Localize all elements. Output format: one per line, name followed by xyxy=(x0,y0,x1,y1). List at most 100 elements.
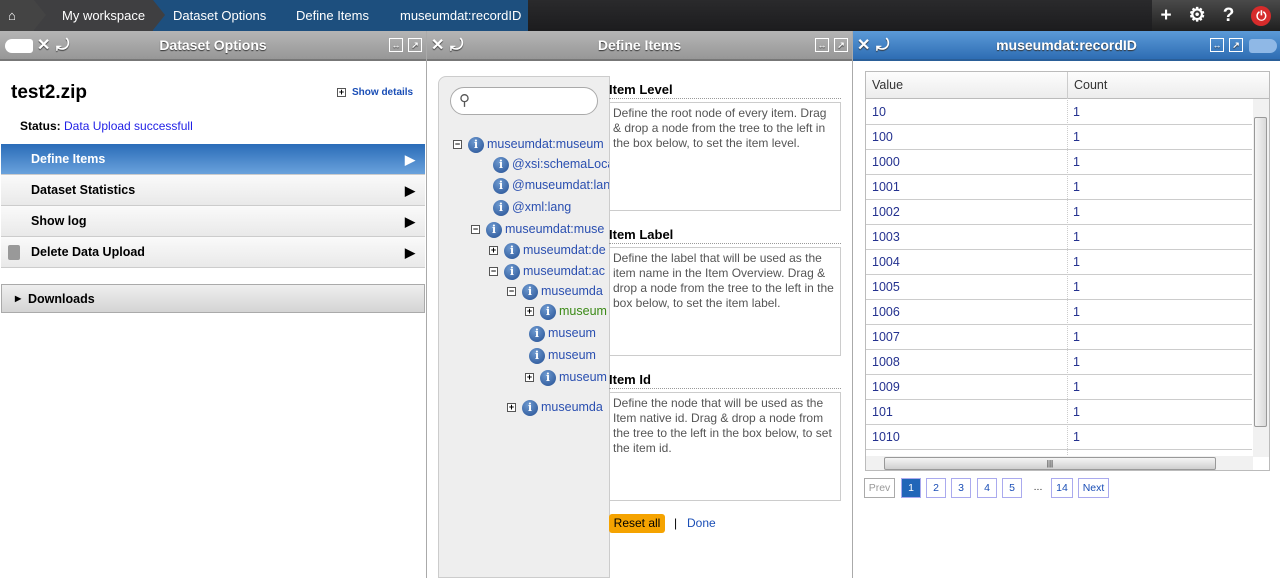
expand-icon[interactable]: ↔ xyxy=(1210,38,1224,52)
item-id-dropzone[interactable]: Define the node that will be used as the… xyxy=(609,392,841,501)
expand-icon[interactable]: + xyxy=(507,403,516,413)
refresh-icon[interactable]: ⤾ xyxy=(876,31,889,60)
cell-count: 1 xyxy=(1073,130,1080,144)
power-icon[interactable]: ⏻ xyxy=(1251,5,1272,26)
tree-node[interactable]: + i museum xyxy=(525,302,607,320)
tree-search-input[interactable]: ⚲ xyxy=(450,87,598,115)
reset-all-button[interactable]: Reset all xyxy=(609,514,665,533)
popout-icon[interactable]: ↗ xyxy=(408,38,422,52)
table-row[interactable]: 1005 1 xyxy=(866,275,1252,300)
menu-define-items[interactable]: Define Items ▶ xyxy=(1,144,425,175)
cell-value: 10 xyxy=(872,105,886,119)
close-icon[interactable]: ✕ xyxy=(431,31,444,60)
expand-icon[interactable]: + xyxy=(489,246,498,256)
page-14[interactable]: 14 xyxy=(1051,478,1073,498)
tree-node-label: museumda xyxy=(541,400,603,414)
tree-node[interactable]: − i museumda xyxy=(507,282,603,300)
tag-icon[interactable] xyxy=(5,39,33,53)
breadcrumb-recordid[interactable]: museumdat:recordID xyxy=(382,0,528,31)
table-row[interactable]: 1000 1 xyxy=(866,150,1252,175)
plus-icon[interactable]: + xyxy=(1161,5,1172,27)
tree-node[interactable]: − i museumdat:muse xyxy=(471,220,604,238)
item-label-dropzone[interactable]: Define the label that will be used as th… xyxy=(609,247,841,356)
refresh-icon[interactable]: ⤾ xyxy=(56,31,69,60)
done-link[interactable]: Done xyxy=(687,516,716,530)
tree-node[interactable]: i @xsi:schemaLoca xyxy=(493,155,609,173)
table-row[interactable]: 101 1 xyxy=(866,400,1252,425)
page-1[interactable]: 1 xyxy=(901,478,921,498)
menu-dataset-statistics[interactable]: Dataset Statistics ▶ xyxy=(1,175,425,206)
page-3[interactable]: 3 xyxy=(951,478,971,498)
info-icon: i xyxy=(493,199,509,216)
home-button[interactable]: ⌂ xyxy=(0,0,46,31)
tree-node[interactable]: i museum xyxy=(529,324,596,342)
page-2[interactable]: 2 xyxy=(926,478,946,498)
menu-delete-data-upload[interactable]: Delete Data Upload ▶ xyxy=(1,237,425,268)
tree-node[interactable]: i museum xyxy=(529,346,596,364)
tree-node[interactable]: i @xml:lang xyxy=(493,198,571,216)
expand-icon[interactable]: ↔ xyxy=(815,38,829,52)
table-row[interactable]: 1008 1 xyxy=(866,350,1252,375)
plus-box-icon: + xyxy=(337,86,346,97)
panel-title: Define Items xyxy=(597,37,682,53)
section-title: Item Id xyxy=(609,372,841,389)
item-id-section: Item Id Define the node that will be used… xyxy=(609,372,841,501)
table-row[interactable]: 1010 1 xyxy=(866,425,1252,450)
help-icon[interactable]: ? xyxy=(1223,5,1235,27)
close-icon[interactable]: ✕ xyxy=(857,31,870,60)
table-row[interactable]: 1007 1 xyxy=(866,325,1252,350)
table-row[interactable]: 100 1 xyxy=(866,125,1252,150)
table-row[interactable]: 1002 1 xyxy=(866,200,1252,225)
item-level-dropzone[interactable]: Define the root node of every item. Drag… xyxy=(609,102,841,211)
collapse-icon[interactable]: − xyxy=(453,140,462,150)
horizontal-scrollbar[interactable]: ||| xyxy=(866,456,1253,470)
table-row[interactable]: 1009 1 xyxy=(866,375,1252,400)
table-row[interactable]: 10 1 xyxy=(866,100,1252,125)
page-4[interactable]: 4 xyxy=(977,478,997,498)
breadcrumb-define-items[interactable]: Define Items xyxy=(277,0,394,31)
expand-icon[interactable]: ↔ xyxy=(389,38,403,52)
collapse-icon[interactable]: − xyxy=(507,287,516,297)
scroll-thumb[interactable]: ||| xyxy=(884,457,1216,470)
popout-icon[interactable]: ↗ xyxy=(834,38,848,52)
info-icon: i xyxy=(529,325,545,342)
next-button[interactable]: Next xyxy=(1078,478,1109,498)
close-icon[interactable]: ✕ xyxy=(37,31,50,60)
breadcrumb-dataset-options[interactable]: Dataset Options xyxy=(153,0,289,31)
vertical-scrollbar[interactable] xyxy=(1253,99,1269,457)
show-details-link[interactable]: + Show details xyxy=(337,87,413,98)
table-row[interactable]: 1006 1 xyxy=(866,300,1252,325)
cell-value: 1007 xyxy=(872,330,900,344)
tree-node[interactable]: + i museumda xyxy=(507,398,603,416)
tree-node[interactable]: + i museumdat:de xyxy=(489,241,606,259)
page-5[interactable]: 5 xyxy=(1002,478,1022,498)
collapse-icon[interactable]: − xyxy=(489,267,498,277)
tag-icon[interactable] xyxy=(1249,39,1277,53)
popout-icon[interactable]: ↗ xyxy=(1229,38,1243,52)
prev-button[interactable]: Prev xyxy=(864,478,895,498)
search-icon: ⚲ xyxy=(459,92,470,109)
expand-icon[interactable]: + xyxy=(525,307,534,317)
scroll-thumb[interactable] xyxy=(1254,117,1267,427)
tree-node[interactable]: i @museumdat:lan xyxy=(493,176,609,194)
tree-node-label: museumdat:ac xyxy=(523,264,605,278)
menu-show-log[interactable]: Show log ▶ xyxy=(1,206,425,237)
cell-count: 1 xyxy=(1073,180,1080,194)
table-row[interactable]: 1001 1 xyxy=(866,175,1252,200)
table-row[interactable]: 1003 1 xyxy=(866,225,1252,250)
gear-icon[interactable]: ⚙ xyxy=(1189,4,1206,27)
cell-value: 1000 xyxy=(872,155,900,169)
breadcrumb-my-workspace[interactable]: My workspace xyxy=(34,0,165,31)
menu-label: Delete Data Upload xyxy=(31,245,145,259)
downloads-section[interactable]: ▶ Downloads xyxy=(1,284,425,313)
refresh-icon[interactable]: ⤾ xyxy=(450,31,463,60)
tree-node[interactable]: − i museumdat:ac xyxy=(489,262,605,280)
tree-node[interactable]: − i museumdat:museum xyxy=(453,135,604,153)
tree-node[interactable]: + i museum xyxy=(525,368,607,386)
collapse-icon[interactable]: − xyxy=(471,225,480,235)
column-value[interactable]: Value xyxy=(866,72,903,99)
menu-label: Show log xyxy=(31,214,87,228)
expand-icon[interactable]: + xyxy=(525,373,534,383)
column-count[interactable]: Count xyxy=(1067,72,1107,99)
table-row[interactable]: 1004 1 xyxy=(866,250,1252,275)
